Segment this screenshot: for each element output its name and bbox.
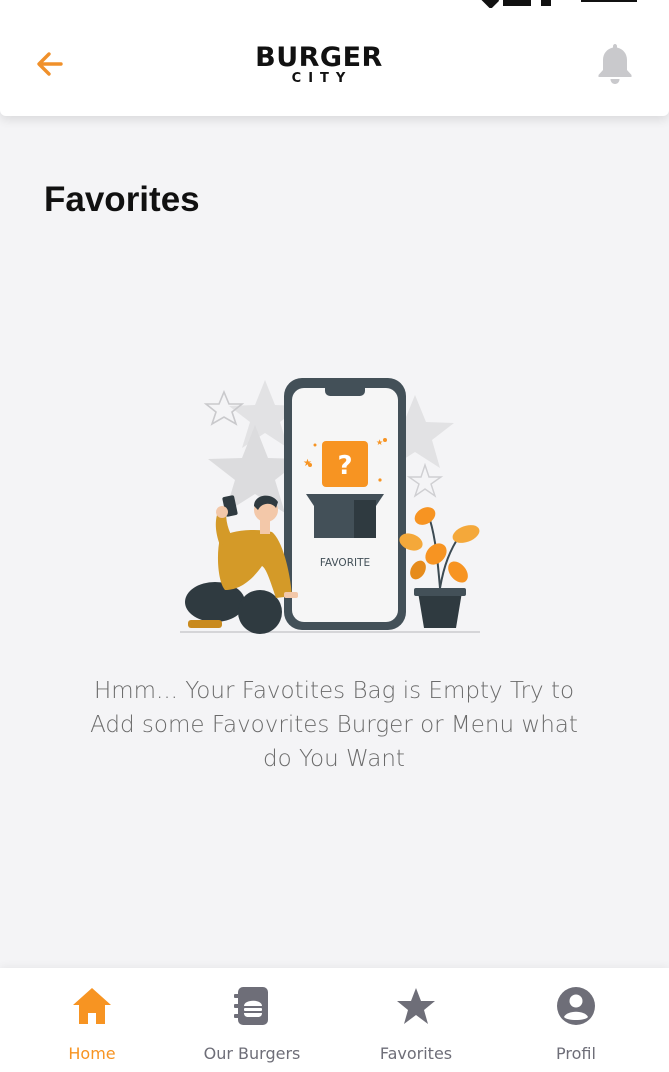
bell-icon bbox=[598, 44, 632, 84]
home-icon bbox=[73, 988, 111, 1024]
svg-text:★: ★ bbox=[303, 458, 312, 469]
back-button[interactable] bbox=[30, 44, 70, 84]
nav-label-home: Home bbox=[68, 1044, 116, 1063]
app-header: BURGER CITY bbox=[0, 0, 669, 116]
menu-book-icon bbox=[234, 987, 268, 1025]
empty-favorites-message: Hmm... Your Favotites Bag is Empty Try t… bbox=[90, 678, 578, 772]
star-icon bbox=[397, 988, 435, 1024]
notifications-button[interactable] bbox=[592, 40, 638, 86]
bottom-navigation: Home Our Burgers Favorites Profil bbox=[0, 968, 669, 1072]
svg-text:★: ★ bbox=[376, 438, 383, 447]
logo-main-text: BURGER bbox=[255, 42, 383, 73]
favorite-box-label: FAVORITE bbox=[320, 557, 370, 569]
nav-label-profil: Profil bbox=[556, 1044, 596, 1063]
nav-item-favorites[interactable]: Favorites bbox=[351, 984, 481, 1064]
nav-item-profil[interactable]: Profil bbox=[511, 984, 641, 1064]
status-bar-fragment bbox=[473, 0, 653, 8]
arrow-left-icon bbox=[37, 52, 63, 76]
nav-item-home[interactable]: Home bbox=[27, 984, 157, 1064]
nav-label-favorites: Favorites bbox=[379, 1044, 453, 1063]
brand-logo: BURGER CITY bbox=[234, 44, 404, 86]
page-title: Favorites bbox=[44, 180, 200, 219]
profile-icon bbox=[557, 987, 595, 1025]
nav-item-our-burgers[interactable]: Our Burgers bbox=[187, 984, 317, 1064]
empty-favorites-illustration: ★ ★ ? FAVORITE bbox=[180, 370, 490, 640]
logo-sub-text: CITY bbox=[291, 71, 353, 86]
question-mark-text: ? bbox=[337, 451, 352, 481]
nav-label-our-burgers: Our Burgers bbox=[203, 1044, 301, 1063]
